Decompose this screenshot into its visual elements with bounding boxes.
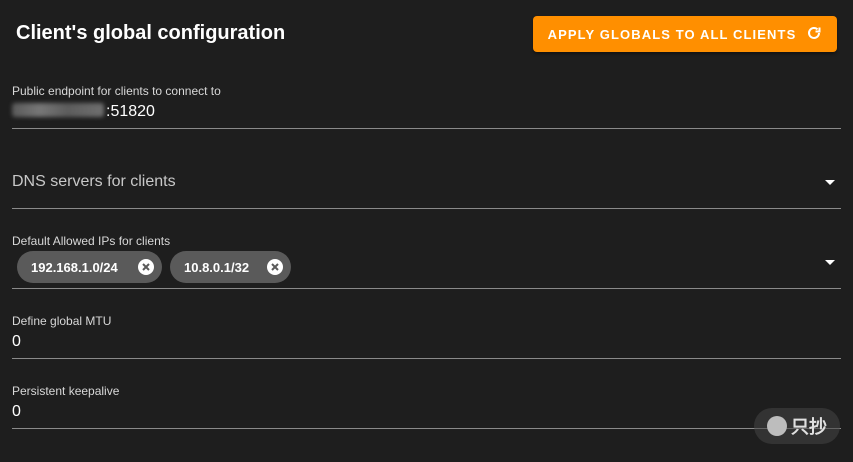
dns-servers-placeholder: DNS servers for clients: [12, 173, 176, 190]
allowed-ip-chip[interactable]: 10.8.0.1/32: [170, 251, 291, 283]
public-endpoint-label: Public endpoint for clients to connect t…: [12, 84, 221, 98]
dropdown-arrow-icon[interactable]: [825, 180, 835, 185]
endpoint-port: :51820: [106, 103, 155, 120]
apply-globals-label: APPLY GLOBALS TO ALL CLIENTS: [547, 26, 797, 42]
page-title: Client's global configuration: [16, 22, 286, 44]
redacted-ip: [12, 103, 104, 117]
persistent-keepalive-value[interactable]: 0: [12, 403, 21, 421]
allowed-ip-chip[interactable]: 192.168.1.0/24: [17, 251, 162, 283]
close-circle-icon[interactable]: [138, 259, 154, 275]
persistent-keepalive-label: Persistent keepalive: [12, 384, 120, 398]
persistent-keepalive-field[interactable]: Persistent keepalive 0: [12, 382, 841, 429]
global-mtu-label: Define global MTU: [12, 314, 112, 328]
allowed-ips-label: Default Allowed IPs for clients: [12, 234, 171, 248]
global-mtu-value[interactable]: 0: [12, 333, 21, 351]
chip-label: 192.168.1.0/24: [31, 259, 118, 275]
watermark: 只抄: [754, 408, 840, 444]
dropdown-arrow-icon[interactable]: [825, 260, 835, 265]
watermark-text: 只抄: [791, 417, 827, 438]
public-endpoint-value[interactable]: :51820: [12, 103, 155, 121]
close-circle-icon[interactable]: [267, 259, 283, 275]
apply-globals-button[interactable]: APPLY GLOBALS TO ALL CLIENTS: [533, 16, 837, 52]
public-endpoint-field[interactable]: Public endpoint for clients to connect t…: [12, 82, 841, 129]
global-mtu-field[interactable]: Define global MTU 0: [12, 312, 841, 359]
watermark-logo-icon: [767, 416, 787, 436]
dns-servers-select[interactable]: DNS servers for clients: [12, 160, 841, 209]
refresh-icon: [806, 25, 822, 44]
chip-label: 10.8.0.1/32: [184, 259, 250, 275]
